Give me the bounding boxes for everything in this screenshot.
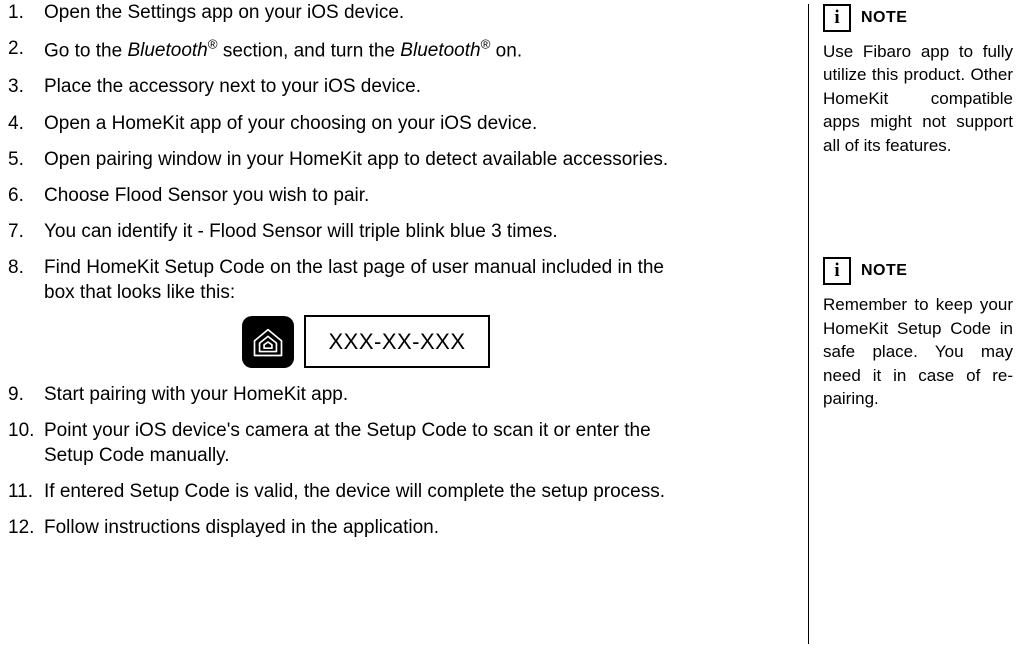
sidebar: i NOTE Use Fibaro app to fully utilize t… [808,4,1013,644]
step-10: Point your iOS device's camera at the Se… [8,418,688,468]
note-body-1: Use Fibaro app to fully utilize this pro… [823,40,1013,157]
step-9: Start pairing with your HomeKit app. [8,382,688,407]
note-header-2: i NOTE [823,257,1013,285]
step-2-text-mid: section, and turn the [218,40,401,61]
note-label-1: NOTE [861,9,907,27]
main-content: Open the Settings app on your iOS device… [8,0,688,551]
step-2: Go to the Bluetooth® section, and turn t… [8,36,688,63]
step-7: You can identify it - Flood Sensor will … [8,219,688,244]
homekit-house-icon [250,324,286,360]
note-body-2: Remember to keep your HomeKit Setup Code… [823,293,1013,410]
step-2-text-post: on. [490,40,522,61]
note-block-1: i NOTE Use Fibaro app to fully utilize t… [823,4,1013,157]
step-8-text: Find HomeKit Setup Code on the last page… [44,257,664,303]
info-icon: i [823,257,851,285]
note-header-1: i NOTE [823,4,1013,32]
step-4: Open a HomeKit app of your choosing on y… [8,111,688,136]
step-11: If entered Setup Code is valid, the devi… [8,479,688,504]
info-icon: i [823,4,851,32]
step-1: Open the Settings app on your iOS device… [8,0,688,25]
homekit-code-row: XXX-XX-XXX [44,315,688,368]
setup-code-box: XXX-XX-XXX [304,315,489,368]
note-label-2: NOTE [861,262,907,280]
step-2-em2: Bluetooth® [400,40,490,61]
step-6: Choose Flood Sensor you wish to pair. [8,183,688,208]
step-12: Follow instructions displayed in the app… [8,515,688,540]
instructions-list: Open the Settings app on your iOS device… [8,0,688,540]
step-2-em1: Bluetooth® [127,40,217,61]
homekit-icon [242,316,294,368]
step-3: Place the accessory next to your iOS dev… [8,74,688,99]
step-2-text-pre: Go to the [44,40,127,61]
note-block-2: i NOTE Remember to keep your HomeKit Set… [823,257,1013,410]
step-5: Open pairing window in your HomeKit app … [8,147,688,172]
step-8: Find HomeKit Setup Code on the last page… [8,255,688,368]
